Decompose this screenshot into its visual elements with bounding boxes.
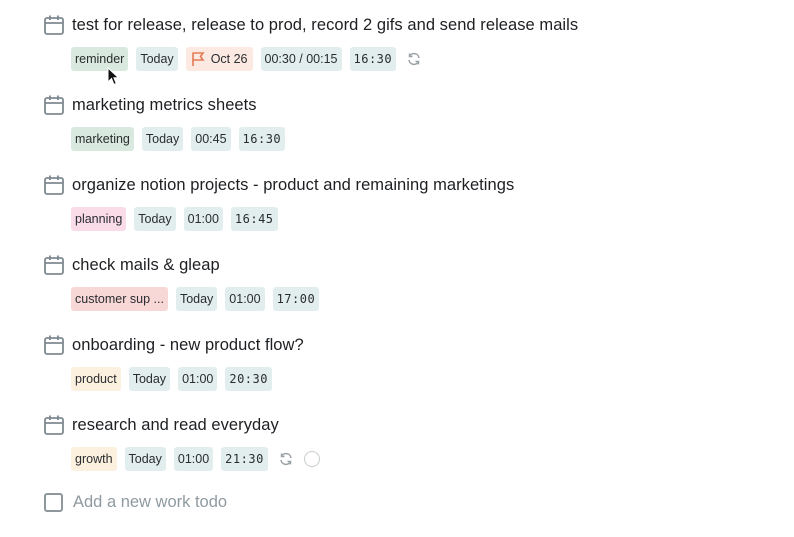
- circle-icon[interactable]: [303, 451, 320, 467]
- day-chip[interactable]: Today: [134, 207, 176, 231]
- day-chip[interactable]: Today: [124, 447, 166, 471]
- repeat-icon[interactable]: [278, 451, 294, 467]
- due-date-chip[interactable]: Oct 26: [185, 47, 253, 71]
- duration-chip[interactable]: 01:00: [183, 207, 223, 231]
- due-date-label: Oct 26: [210, 52, 248, 66]
- flag-icon: [191, 52, 205, 66]
- time-chip[interactable]: 20:30: [225, 367, 272, 391]
- task-title[interactable]: research and read everyday: [72, 416, 279, 435]
- duration-chip[interactable]: 00:45: [191, 127, 231, 151]
- add-todo-input[interactable]: Add a new work todo: [73, 493, 227, 512]
- task-title[interactable]: organize notion projects - product and r…: [72, 176, 514, 195]
- tag-chip[interactable]: growth: [71, 447, 117, 471]
- task-title[interactable]: test for release, release to prod, recor…: [72, 16, 578, 35]
- duration-chip[interactable]: 01:00: [178, 367, 218, 391]
- task-title[interactable]: check mails & gleap: [72, 256, 220, 275]
- mouse-cursor-icon: [107, 67, 120, 86]
- task-item[interactable]: marketing metrics sheets marketing Today…: [42, 92, 293, 151]
- tag-chip[interactable]: marketing: [71, 127, 134, 151]
- add-todo-row[interactable]: Add a new work todo: [42, 493, 227, 512]
- day-chip[interactable]: Today: [128, 367, 171, 391]
- task-item[interactable]: onboarding - new product flow? product T…: [42, 332, 304, 391]
- duration-chip[interactable]: 01:00: [173, 447, 214, 471]
- calendar-icon[interactable]: [42, 333, 66, 357]
- time-chip[interactable]: 21:30: [221, 447, 268, 471]
- day-chip[interactable]: Today: [141, 127, 184, 151]
- time-chip[interactable]: 16:30: [238, 127, 286, 151]
- calendar-icon[interactable]: [42, 173, 66, 197]
- task-item[interactable]: check mails & gleap customer sup ... Tod…: [42, 252, 327, 311]
- calendar-icon[interactable]: [42, 413, 66, 437]
- tag-chip[interactable]: planning: [71, 207, 127, 231]
- task-title[interactable]: marketing metrics sheets: [72, 96, 257, 115]
- time-chip[interactable]: 16:45: [230, 207, 278, 231]
- task-title[interactable]: onboarding - new product flow?: [72, 336, 304, 355]
- task-item[interactable]: research and read everyday growth Today …: [42, 412, 320, 471]
- time-chip[interactable]: 16:30: [349, 47, 397, 71]
- day-chip[interactable]: Today: [136, 47, 178, 71]
- duration-chip[interactable]: 01:00: [225, 287, 265, 311]
- time-chip[interactable]: 17:00: [272, 287, 320, 311]
- repeat-icon[interactable]: [406, 51, 422, 67]
- calendar-icon[interactable]: [42, 13, 66, 37]
- tag-chip[interactable]: product: [71, 367, 121, 391]
- calendar-icon[interactable]: [42, 93, 66, 117]
- task-item[interactable]: test for release, release to prod, recor…: [42, 12, 578, 71]
- calendar-icon[interactable]: [42, 253, 66, 277]
- tag-chip[interactable]: customer sup ...: [71, 287, 168, 311]
- checkbox-icon[interactable]: [44, 493, 63, 512]
- day-chip[interactable]: Today: [175, 287, 218, 311]
- duration-chip[interactable]: 00:30 / 00:15: [260, 47, 342, 71]
- task-item[interactable]: organize notion projects - product and r…: [42, 172, 514, 231]
